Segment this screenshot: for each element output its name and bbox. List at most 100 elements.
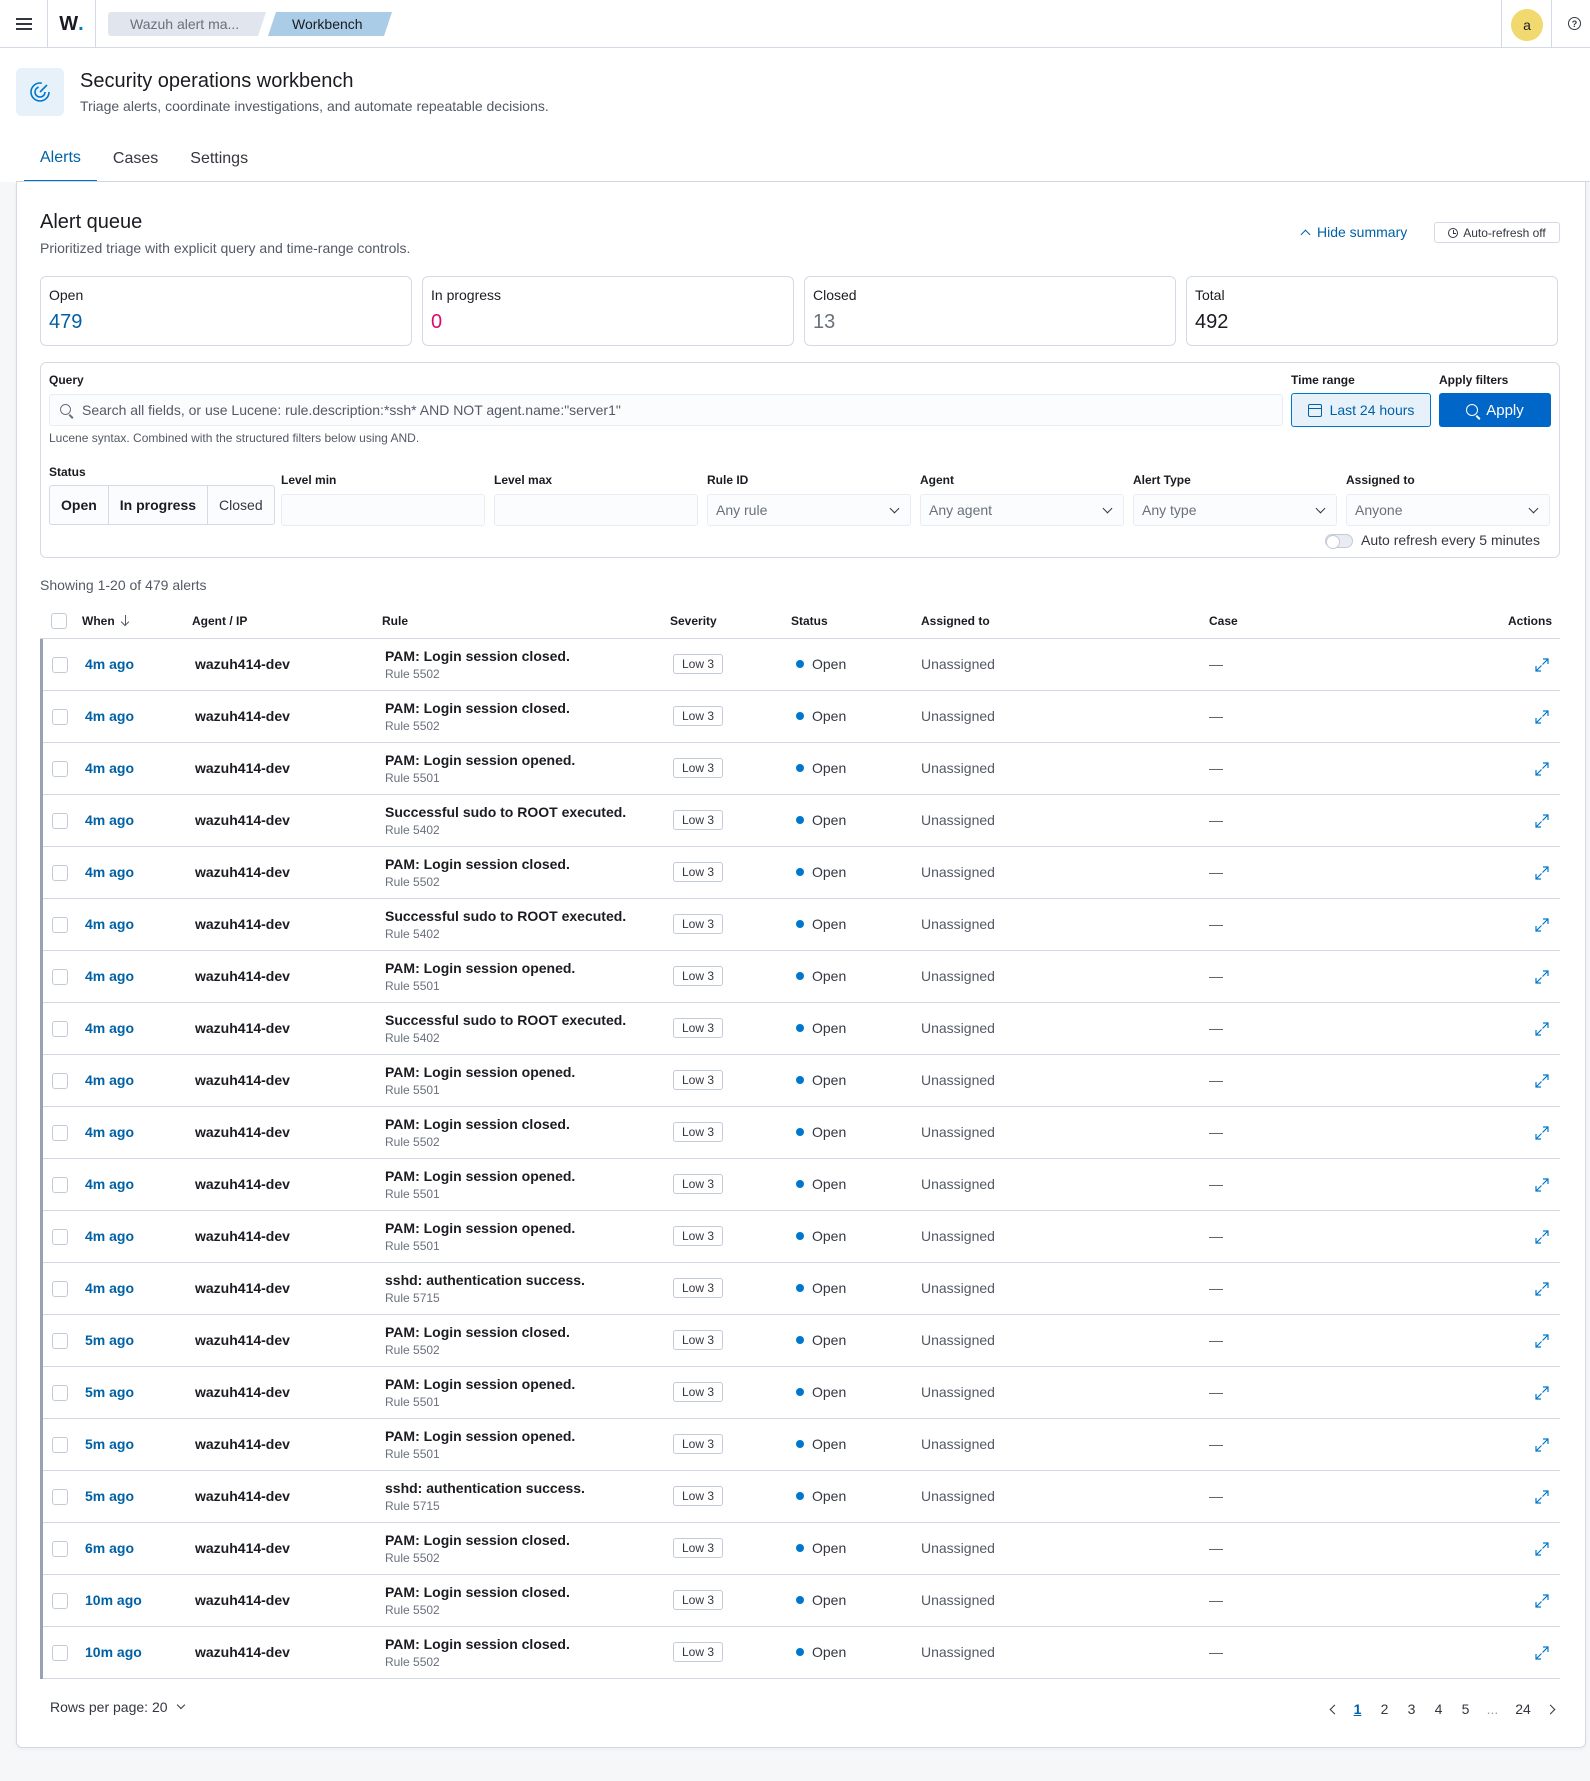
expand-icon[interactable] [1534, 1385, 1550, 1401]
page-4[interactable]: 4 [1425, 1701, 1452, 1717]
agent-select[interactable]: Any agent [920, 494, 1124, 526]
menu-icon[interactable] [0, 0, 48, 48]
alert-time-link[interactable]: 4m ago [85, 708, 134, 724]
table-row[interactable]: 10m ago wazuh414-dev PAM: Login session cl… [43, 1627, 1560, 1679]
expand-icon[interactable] [1534, 1125, 1550, 1141]
table-row[interactable]: 5m ago wazuh414-dev PAM: Login session clo… [43, 1315, 1560, 1367]
col-when[interactable]: When [82, 614, 131, 628]
page-2[interactable]: 2 [1371, 1701, 1398, 1717]
table-row[interactable]: 4m ago wazuh414-dev PAM: Login session clo… [43, 639, 1560, 691]
expand-icon[interactable] [1534, 657, 1550, 673]
alert-time-link[interactable]: 4m ago [85, 864, 134, 880]
expand-icon[interactable] [1534, 813, 1550, 829]
table-row[interactable]: 5m ago wazuh414-dev PAM: Login session ope… [43, 1367, 1560, 1419]
expand-icon[interactable] [1534, 1437, 1550, 1453]
apply-button[interactable]: Apply [1439, 393, 1551, 427]
tab-settings[interactable]: Settings [174, 136, 264, 182]
alert-time-link[interactable]: 4m ago [85, 812, 134, 828]
row-checkbox[interactable] [52, 1385, 68, 1401]
rows-per-page-button[interactable]: Rows per page: 20 [50, 1699, 185, 1715]
table-row[interactable]: 4m ago wazuh414-dev PAM: Login session clo… [43, 691, 1560, 743]
alert-type-select[interactable]: Any type [1133, 494, 1337, 526]
level-min-input[interactable] [281, 494, 485, 526]
tab-alerts[interactable]: Alerts [24, 136, 97, 182]
table-row[interactable]: 5m ago wazuh414-dev sshd: authentication s… [43, 1471, 1560, 1523]
table-row[interactable]: 10m ago wazuh414-dev PAM: Login session cl… [43, 1575, 1560, 1627]
hide-summary-button[interactable]: Hide summary [1300, 224, 1407, 240]
alert-time-link[interactable]: 4m ago [85, 1280, 134, 1296]
expand-icon[interactable] [1534, 1073, 1550, 1089]
table-row[interactable]: 4m ago wazuh414-dev PAM: Login session ope… [43, 1211, 1560, 1263]
expand-icon[interactable] [1534, 1333, 1550, 1349]
next-page-icon[interactable] [1540, 1699, 1560, 1719]
expand-icon[interactable] [1534, 1177, 1550, 1193]
row-checkbox[interactable] [52, 969, 68, 985]
row-checkbox[interactable] [52, 1541, 68, 1557]
breadcrumb-wazuh-alert[interactable]: Wazuh alert ma... [108, 12, 266, 36]
auto-refresh-badge[interactable]: Auto-refresh off [1434, 222, 1560, 243]
table-row[interactable]: 6m ago wazuh414-dev PAM: Login session clo… [43, 1523, 1560, 1575]
prev-page-icon[interactable] [1324, 1699, 1344, 1719]
row-checkbox[interactable] [52, 709, 68, 725]
alert-time-link[interactable]: 4m ago [85, 1072, 134, 1088]
auto-refresh-toggle[interactable] [1325, 534, 1353, 549]
row-checkbox[interactable] [52, 1281, 68, 1297]
row-checkbox[interactable] [52, 917, 68, 933]
alert-time-link[interactable]: 4m ago [85, 1176, 134, 1192]
expand-icon[interactable] [1534, 969, 1550, 985]
row-checkbox[interactable] [52, 1073, 68, 1089]
alert-time-link[interactable]: 4m ago [85, 1228, 134, 1244]
alert-time-link[interactable]: 4m ago [85, 968, 134, 984]
table-row[interactable]: 4m ago wazuh414-dev PAM: Login session ope… [43, 1159, 1560, 1211]
col-status[interactable]: Status [791, 614, 828, 628]
expand-icon[interactable] [1534, 917, 1550, 933]
search-input[interactable]: Search all fields, or use Lucene: rule.d… [49, 394, 1283, 426]
row-checkbox[interactable] [52, 1645, 68, 1661]
page-1[interactable]: 1 [1344, 1701, 1371, 1717]
status-in-progress-button[interactable]: In progress [109, 486, 209, 524]
row-checkbox[interactable] [52, 1177, 68, 1193]
row-checkbox[interactable] [52, 1125, 68, 1141]
alert-time-link[interactable]: 4m ago [85, 916, 134, 932]
table-row[interactable]: 4m ago wazuh414-dev PAM: Login session ope… [43, 1055, 1560, 1107]
alert-time-link[interactable]: 4m ago [85, 656, 134, 672]
col-agent[interactable]: Agent / IP [192, 614, 247, 628]
tab-cases[interactable]: Cases [97, 136, 174, 182]
row-checkbox[interactable] [52, 1021, 68, 1037]
help-icon[interactable]: ? [1568, 17, 1581, 30]
stat-in-progress[interactable]: In progress 0 [422, 276, 794, 346]
row-checkbox[interactable] [52, 1437, 68, 1453]
assigned-to-select[interactable]: Anyone [1346, 494, 1550, 526]
alert-time-link[interactable]: 5m ago [85, 1384, 134, 1400]
expand-icon[interactable] [1534, 709, 1550, 725]
stat-closed[interactable]: Closed 13 [804, 276, 1176, 346]
col-assigned[interactable]: Assigned to [921, 614, 990, 628]
alert-time-link[interactable]: 6m ago [85, 1540, 134, 1556]
row-checkbox[interactable] [52, 1489, 68, 1505]
status-closed-button[interactable]: Closed [208, 486, 274, 524]
alert-time-link[interactable]: 10m ago [85, 1592, 142, 1608]
expand-icon[interactable] [1534, 1281, 1550, 1297]
status-open-button[interactable]: Open [50, 486, 109, 524]
stat-open[interactable]: Open 479 [40, 276, 412, 346]
expand-icon[interactable] [1534, 865, 1550, 881]
expand-icon[interactable] [1534, 1645, 1550, 1661]
app-logo[interactable]: W. [48, 0, 96, 48]
row-checkbox[interactable] [52, 761, 68, 777]
alert-time-link[interactable]: 5m ago [85, 1332, 134, 1348]
table-row[interactable]: 4m ago wazuh414-dev Successful sudo to ROO… [43, 1003, 1560, 1055]
page-5[interactable]: 5 [1452, 1701, 1479, 1717]
alert-time-link[interactable]: 5m ago [85, 1436, 134, 1452]
table-row[interactable]: 5m ago wazuh414-dev PAM: Login session ope… [43, 1419, 1560, 1471]
expand-icon[interactable] [1534, 761, 1550, 777]
table-row[interactable]: 4m ago wazuh414-dev PAM: Login session ope… [43, 743, 1560, 795]
alert-time-link[interactable]: 4m ago [85, 1020, 134, 1036]
table-row[interactable]: 4m ago wazuh414-dev Successful sudo to ROO… [43, 899, 1560, 951]
expand-icon[interactable] [1534, 1541, 1550, 1557]
row-checkbox[interactable] [52, 865, 68, 881]
rule-id-select[interactable]: Any rule [707, 494, 911, 526]
stat-total[interactable]: Total 492 [1186, 276, 1558, 346]
row-checkbox[interactable] [52, 1333, 68, 1349]
page-3[interactable]: 3 [1398, 1701, 1425, 1717]
table-row[interactable]: 4m ago wazuh414-dev sshd: authentication s… [43, 1263, 1560, 1315]
